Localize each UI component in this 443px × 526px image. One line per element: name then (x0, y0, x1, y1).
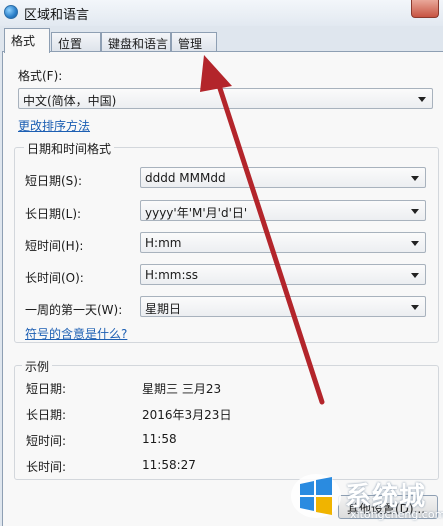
format-label: 格式(F): (18, 69, 63, 83)
tab-strip: 格式 位置 键盘和语言 管理 (0, 26, 443, 53)
first-day-select[interactable]: 星期日 (140, 296, 426, 317)
chevron-down-icon (411, 273, 419, 278)
windows-logo-icon (291, 474, 341, 518)
first-day-label: 一周的第一天(W): (25, 303, 123, 317)
short-date-value: dddd MMMdd (145, 171, 226, 185)
chevron-down-icon (418, 97, 426, 102)
tab-location[interactable]: 位置 (51, 32, 101, 52)
tab-location-label: 位置 (58, 37, 83, 51)
example-short-date-label: 短日期: (26, 382, 67, 396)
chevron-down-icon (411, 241, 419, 246)
format-select-value: 中文(简体，中国) (23, 94, 117, 108)
tab-keyboards-languages-label: 键盘和语言 (108, 37, 169, 51)
example-long-time-label: 长时间: (26, 460, 67, 474)
tab-keyboards-languages[interactable]: 键盘和语言 (101, 32, 171, 52)
long-time-value: H:mm:ss (145, 268, 198, 282)
example-short-date-value: 星期三 三月23 (142, 382, 222, 396)
chevron-down-icon (411, 305, 419, 310)
tab-administrative[interactable]: 管理 (171, 32, 217, 52)
change-sort-link[interactable]: 更改排序方法 (18, 117, 90, 134)
example-short-time-label: 短时间: (26, 434, 67, 448)
datetime-group-title: 日期和时间格式 (24, 140, 115, 157)
long-date-value: yyyy'年'M'月'd'日' (145, 206, 248, 220)
symbols-meaning-link[interactable]: 符号的含意是什么? (25, 325, 127, 342)
tab-administrative-label: 管理 (178, 37, 203, 51)
first-day-value: 星期日 (145, 302, 182, 316)
long-time-label: 长时间(O): (25, 271, 84, 285)
watermark-url: xitongcheng.com (350, 508, 443, 521)
chevron-down-icon (411, 176, 419, 181)
format-select[interactable]: 中文(简体，中国) (18, 88, 433, 109)
long-date-label: 长日期(L): (25, 207, 82, 221)
close-icon[interactable] (411, 0, 439, 18)
example-long-date-label: 长日期: (26, 408, 67, 422)
chevron-down-icon (411, 209, 419, 214)
globe-icon (4, 5, 18, 19)
long-date-select[interactable]: yyyy'年'M'月'd'日' (140, 200, 426, 221)
tab-format[interactable]: 格式 (4, 28, 50, 53)
examples-group-title: 示例 (22, 358, 53, 375)
short-date-label: 短日期(S): (25, 174, 83, 188)
title-bar: 区域和语言 (0, 0, 443, 26)
short-date-select[interactable]: dddd MMMdd (140, 167, 426, 188)
window-title: 区域和语言 (24, 8, 90, 23)
short-time-select[interactable]: H:mm (140, 232, 426, 253)
example-long-time-value: 11:58:27 (142, 458, 196, 472)
tab-format-label: 格式 (11, 34, 36, 48)
example-long-date-value: 2016年3月23日 (142, 408, 232, 422)
example-short-time-value: 11:58 (142, 432, 177, 446)
long-time-select[interactable]: H:mm:ss (140, 264, 426, 285)
short-time-label: 短时间(H): (25, 239, 84, 253)
short-time-value: H:mm (145, 236, 182, 250)
